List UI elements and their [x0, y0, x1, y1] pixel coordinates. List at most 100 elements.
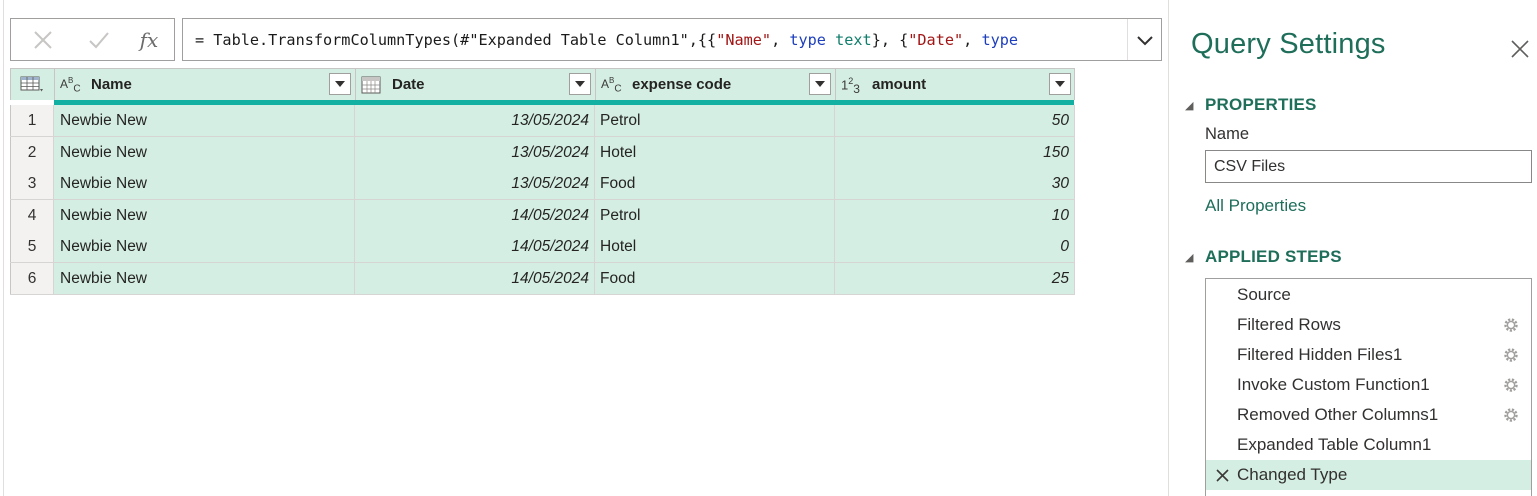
column-header-amount[interactable]: 123 amount	[836, 69, 1075, 100]
query-editor-pane: fx = Table.TransformColumnTypes(#"Expand…	[0, 0, 1168, 496]
cell-expense-code[interactable]: Petrol	[595, 199, 835, 231]
cell-amount[interactable]: 30	[835, 168, 1075, 200]
formula-token: }, {	[871, 31, 909, 49]
close-pane-button[interactable]	[1509, 38, 1531, 60]
cell-name[interactable]: Newbie New	[54, 199, 355, 231]
commit-formula-button[interactable]	[82, 25, 116, 55]
row-number[interactable]: 1	[10, 105, 54, 136]
text-type-icon[interactable]: ABC	[601, 76, 622, 94]
row-number[interactable]: 5	[10, 231, 54, 263]
table-row: 1 Newbie New 13/05/2024 Petrol 50	[10, 105, 1075, 137]
step-source[interactable]: Source	[1206, 280, 1531, 310]
cell-expense-code[interactable]: Food	[595, 262, 835, 294]
close-icon	[34, 31, 52, 49]
row-number[interactable]: 3	[10, 168, 54, 200]
formula-token: type	[789, 31, 826, 49]
column-filter-button[interactable]	[1049, 73, 1071, 95]
step-removed-other-columns[interactable]: Removed Other Columns1	[1206, 400, 1531, 430]
gear-icon[interactable]	[1502, 316, 1520, 334]
step-label: Expanded Table Column1	[1237, 435, 1432, 454]
table-row: 2 Newbie New 13/05/2024 Hotel 150	[10, 136, 1075, 169]
gear-icon[interactable]	[1502, 376, 1520, 394]
pane-title: Query Settings	[1191, 28, 1386, 60]
column-header-name[interactable]: ABC Name	[55, 69, 356, 100]
table-row: 4 Newbie New 14/05/2024 Petrol 10	[10, 199, 1075, 232]
column-filter-button[interactable]	[809, 73, 831, 95]
number-type-icon[interactable]: 123	[841, 76, 860, 96]
collapse-triangle-icon: ◢	[1185, 99, 1194, 112]
formula-token: "Name"	[716, 31, 772, 49]
cell-amount[interactable]: 150	[835, 136, 1075, 168]
cell-date[interactable]: 14/05/2024	[355, 231, 595, 263]
properties-section-header[interactable]: ◢ PROPERTIES	[1185, 94, 1317, 116]
applied-steps-section-header[interactable]: ◢ APPLIED STEPS	[1185, 246, 1342, 268]
cell-name[interactable]: Newbie New	[54, 105, 355, 136]
cell-name[interactable]: Newbie New	[54, 231, 355, 263]
cancel-formula-button[interactable]	[26, 25, 60, 55]
row-number[interactable]: 4	[10, 199, 54, 231]
table-row: 6 Newbie New 14/05/2024 Food 25	[10, 262, 1075, 295]
gear-icon[interactable]	[1502, 406, 1520, 424]
close-icon	[1511, 40, 1529, 58]
formula-text: = Table.TransformColumnTypes(#"Expanded …	[195, 30, 1018, 50]
step-filtered-hidden-files[interactable]: Filtered Hidden Files1	[1206, 340, 1531, 370]
table-menu-button[interactable]	[11, 69, 55, 100]
column-title: Name	[91, 76, 132, 93]
text-type-icon[interactable]: ABC	[60, 76, 81, 94]
query-settings-pane: Query Settings ◢ PROPERTIES Name All Pro…	[1168, 0, 1537, 496]
step-changed-type[interactable]: Changed Type	[1206, 460, 1531, 490]
step-expanded-table-column[interactable]: Expanded Table Column1	[1206, 430, 1531, 460]
column-filter-button[interactable]	[569, 73, 591, 95]
step-filtered-rows[interactable]: Filtered Rows	[1206, 310, 1531, 340]
step-invoke-custom-function[interactable]: Invoke Custom Function1	[1206, 370, 1531, 400]
query-name-input[interactable]	[1205, 150, 1532, 183]
step-label: Filtered Hidden Files1	[1237, 345, 1403, 364]
column-filter-button[interactable]	[329, 73, 351, 95]
cell-expense-code[interactable]: Food	[595, 168, 835, 200]
insert-function-button[interactable]: fx	[132, 25, 166, 55]
step-label: Removed Other Columns1	[1237, 405, 1439, 424]
cell-expense-code[interactable]: Hotel	[595, 136, 835, 168]
cell-date[interactable]: 13/05/2024	[355, 105, 595, 136]
formula-token: ,	[771, 31, 790, 49]
column-header-date[interactable]: Date	[356, 69, 596, 100]
step-label: Filtered Rows	[1237, 315, 1341, 334]
table-icon	[20, 76, 43, 91]
step-label: Invoke Custom Function1	[1237, 375, 1430, 394]
cell-date[interactable]: 13/05/2024	[355, 136, 595, 168]
fx-icon: fx	[139, 28, 159, 52]
cell-amount[interactable]: 50	[835, 105, 1075, 136]
cell-expense-code[interactable]: Hotel	[595, 231, 835, 263]
section-title: PROPERTIES	[1205, 95, 1317, 114]
cell-amount[interactable]: 25	[835, 262, 1075, 294]
formula-token: text	[835, 31, 872, 49]
grid-header: ABC Name Date ABC expense code 123 amoun…	[10, 68, 1075, 100]
table-row: 5 Newbie New 14/05/2024 Hotel 0	[10, 231, 1075, 263]
data-grid: ABC Name Date ABC expense code 123 amoun…	[10, 68, 1075, 295]
row-number[interactable]: 6	[10, 262, 54, 294]
all-properties-link[interactable]: All Properties	[1205, 196, 1306, 216]
row-number[interactable]: 2	[10, 136, 54, 168]
column-title: Date	[392, 76, 425, 93]
column-header-expense-code[interactable]: ABC expense code	[596, 69, 836, 100]
cell-date[interactable]: 13/05/2024	[355, 168, 595, 200]
expand-formula-button[interactable]	[1127, 19, 1161, 60]
gear-icon[interactable]	[1502, 346, 1520, 364]
collapse-triangle-icon: ◢	[1185, 251, 1194, 264]
formula-token: type	[981, 31, 1019, 49]
cell-amount[interactable]: 10	[835, 199, 1075, 231]
cell-name[interactable]: Newbie New	[54, 136, 355, 168]
cell-expense-code[interactable]: Petrol	[595, 105, 835, 136]
delete-step-button[interactable]	[1214, 465, 1230, 485]
formula-token: ,{{	[688, 31, 717, 49]
formula-buttons: fx	[10, 18, 175, 61]
cell-amount[interactable]: 0	[835, 231, 1075, 263]
applied-steps-list: Source Filtered Rows Filtered Hidden Fil…	[1205, 278, 1532, 496]
cell-date[interactable]: 14/05/2024	[355, 262, 595, 294]
cell-name[interactable]: Newbie New	[54, 168, 355, 200]
formula-input[interactable]: = Table.TransformColumnTypes(#"Expanded …	[182, 18, 1162, 61]
cell-date[interactable]: 14/05/2024	[355, 199, 595, 231]
cell-name[interactable]: Newbie New	[54, 262, 355, 294]
calendar-type-icon[interactable]	[361, 76, 381, 94]
table-row: 3 Newbie New 13/05/2024 Food 30	[10, 168, 1075, 200]
